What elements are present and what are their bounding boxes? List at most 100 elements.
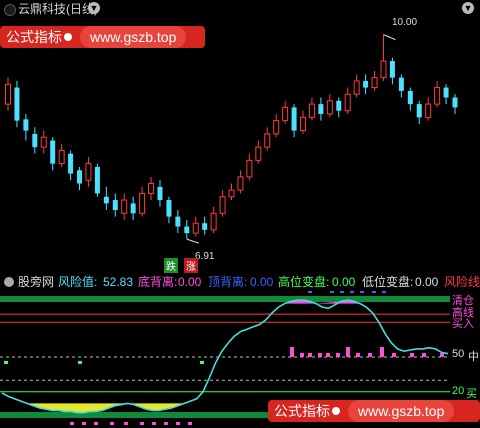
candle-body	[371, 77, 378, 89]
signal-marker	[200, 361, 204, 364]
candle-body	[139, 192, 146, 214]
top-marker	[372, 291, 376, 293]
low-zone-fill	[27, 403, 185, 413]
candle-body	[77, 170, 83, 184]
candle-body	[148, 183, 155, 194]
candle-body	[40, 136, 47, 148]
bottom-marker	[82, 422, 86, 425]
label-20: 20	[452, 385, 465, 397]
candle-body	[344, 93, 351, 112]
signal-marker	[4, 361, 8, 364]
candle-body	[300, 116, 307, 132]
bottom-marker	[176, 422, 180, 425]
bottom-marker	[110, 422, 114, 425]
divergence-bar	[308, 353, 312, 357]
banner-name: 公式指标	[274, 403, 330, 419]
candle-body	[121, 199, 128, 214]
title-bar: 云鼎科技(日线) ▼	[0, 0, 480, 18]
candle-body	[407, 90, 413, 105]
down-signal-badge: 跌	[164, 258, 178, 273]
bottom-marker	[152, 422, 156, 425]
candle-body	[192, 222, 199, 234]
high-turn-value: 0.00	[332, 275, 356, 289]
candle-body	[237, 176, 244, 191]
candle-body	[228, 189, 235, 198]
candle-body	[202, 223, 208, 230]
top-marker	[330, 291, 334, 293]
risk-line-label: 风险线	[444, 275, 480, 289]
top-marker	[340, 291, 344, 293]
bottom-marker	[164, 422, 168, 425]
candle-body	[58, 149, 65, 165]
top-marker	[360, 291, 364, 293]
low-turn-value: 0.00	[415, 275, 439, 289]
candle-body	[94, 166, 100, 194]
candle-body	[273, 120, 280, 135]
top-marker	[350, 291, 354, 293]
high-turn-key: 高位变盘:	[278, 275, 330, 289]
candle-body	[219, 196, 226, 214]
top-band	[0, 296, 450, 302]
banner-url: www.gszb.top	[348, 400, 455, 422]
candle-body	[291, 107, 297, 131]
divergence-bar	[422, 353, 426, 357]
signal-marker	[78, 361, 82, 364]
candle-body	[157, 186, 163, 201]
candle-body	[14, 87, 20, 121]
label-mid: 中	[468, 351, 479, 363]
candle-body	[416, 104, 422, 118]
low-pointer	[186, 238, 199, 244]
chart-title: 云鼎科技(日线)	[18, 2, 98, 16]
candle-body	[326, 100, 333, 115]
divergence-bar	[356, 353, 360, 357]
divergence-bar	[326, 353, 330, 357]
divergence-bar	[440, 353, 444, 357]
banner-dot-icon	[332, 407, 340, 415]
divergence-bar	[318, 353, 322, 357]
divergence-bar	[336, 353, 340, 357]
candle-body	[425, 103, 432, 118]
watermark-banner-bottom: 公式指标 www.gszb.top	[268, 400, 480, 422]
divergence-bar	[290, 347, 294, 357]
candlestick-chart[interactable]	[0, 18, 480, 273]
candle-body	[389, 61, 395, 78]
candle-body	[175, 216, 181, 227]
candle-body	[184, 226, 190, 234]
top-divergence-value: 0.00	[250, 275, 274, 289]
bottom-divergence-key: 底背离:	[138, 275, 178, 289]
candle-body	[210, 212, 217, 231]
indicator-header: 股旁网 风险值: 52.83 底背离: 0.00 顶背离: 0.00 高位变盘:…	[0, 273, 480, 291]
indicator-toggle-icon[interactable]	[4, 277, 14, 287]
candle-body	[398, 77, 404, 91]
candle-body	[353, 80, 360, 95]
high-price-label: 10.00	[392, 17, 418, 28]
chevron-down-icon[interactable]: ▼	[88, 2, 100, 14]
candle-body	[264, 133, 271, 148]
indicator-name: 股旁网	[18, 275, 55, 289]
menu-icon[interactable]: ▼	[462, 2, 474, 14]
top-divergence-key: 顶背离:	[208, 275, 248, 289]
label-buy-in: 买入	[452, 318, 474, 330]
bottom-marker	[70, 422, 74, 425]
low-turn-key: 低位变盘:	[362, 275, 414, 289]
candle-body	[50, 140, 56, 164]
candle-body	[5, 83, 11, 105]
risk-value: 52.83	[103, 275, 134, 289]
candle-body	[255, 146, 262, 161]
candle-body	[380, 60, 387, 79]
top-marker	[382, 291, 386, 293]
candle-body	[336, 100, 342, 111]
candle-body	[85, 163, 92, 181]
bottom-marker	[188, 422, 192, 425]
candle-body	[318, 104, 324, 115]
candle-body	[308, 103, 315, 118]
candle-body	[443, 87, 449, 98]
label-buy: 买	[466, 388, 477, 400]
candle-body	[452, 97, 458, 108]
candle-body	[434, 87, 441, 105]
high-pointer	[383, 34, 396, 41]
risk-value-key: 风险值:	[58, 275, 98, 289]
candle-body	[68, 153, 74, 174]
top-marker	[308, 291, 312, 293]
panel-toggle-icon[interactable]	[4, 4, 16, 16]
